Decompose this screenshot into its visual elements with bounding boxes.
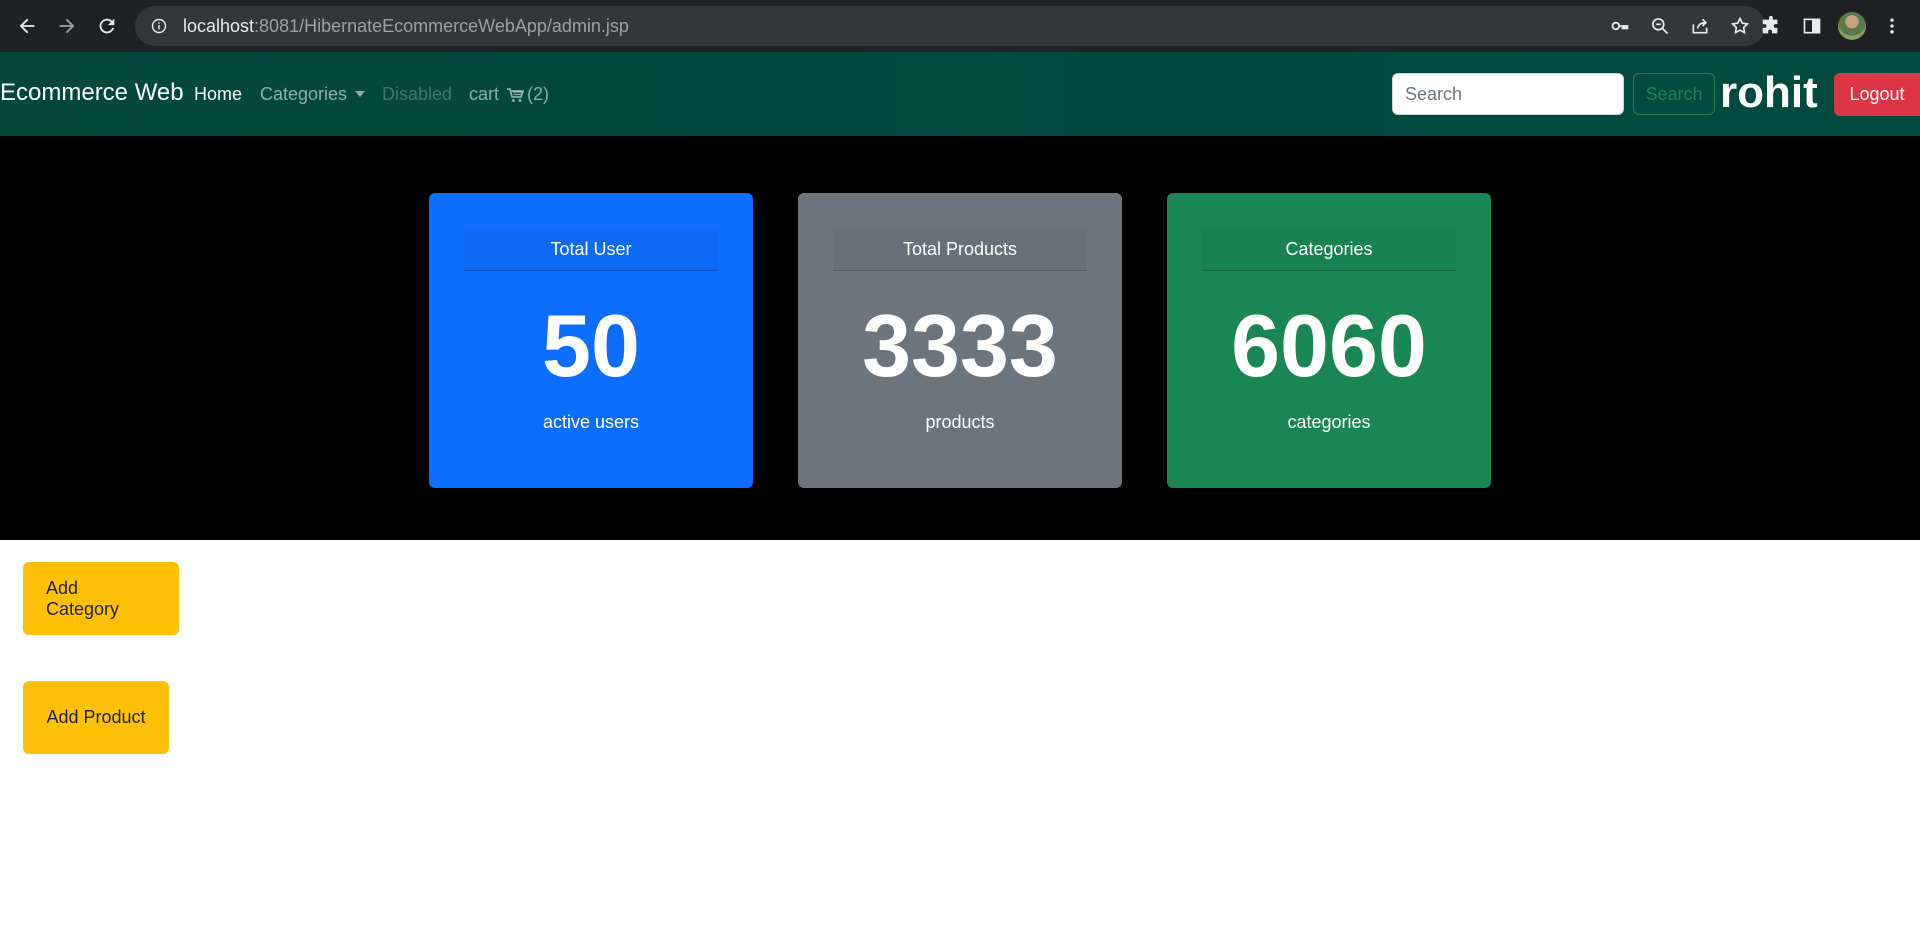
stats-section: Total User 50 active users Total Product… bbox=[0, 136, 1920, 540]
nav-home-link[interactable]: Home bbox=[194, 84, 242, 105]
stat-card-value: 3333 bbox=[862, 296, 1058, 395]
site-navbar: Ecommerce Web Home Categories Disabled c… bbox=[0, 52, 1920, 136]
search-input[interactable] bbox=[1392, 73, 1624, 115]
user-name: rohit bbox=[1720, 68, 1818, 117]
stat-card-value: 50 bbox=[542, 296, 640, 395]
nav-disabled-link: Disabled bbox=[382, 84, 453, 104]
stat-card-title: Total Products bbox=[833, 229, 1087, 271]
zoom-out-icon[interactable] bbox=[1645, 11, 1675, 41]
forward-arrow-icon[interactable] bbox=[49, 8, 85, 44]
url-text: localhost:8081/HibernateEcommerceWebApp/… bbox=[183, 16, 629, 37]
reload-icon[interactable] bbox=[89, 8, 125, 44]
stat-card-products: Total Products 3333 products bbox=[798, 193, 1122, 488]
bookmark-star-icon[interactable] bbox=[1725, 11, 1755, 41]
search-button[interactable]: Search bbox=[1633, 73, 1715, 115]
nav-categories-label: Categories bbox=[260, 84, 348, 104]
cart-label: cart bbox=[469, 84, 500, 104]
address-bar[interactable]: localhost:8081/HibernateEcommerceWebApp/… bbox=[135, 6, 1765, 46]
back-arrow-icon[interactable] bbox=[9, 8, 45, 44]
nav-cart-link[interactable]: cart (2) bbox=[469, 84, 549, 105]
url-path: :8081/HibernateEcommerceWebApp/admin.jsp bbox=[254, 15, 629, 36]
side-panel-icon[interactable] bbox=[1794, 8, 1830, 44]
stat-card-title: Total User bbox=[464, 229, 718, 271]
brand-link[interactable]: Ecommerce Web bbox=[0, 79, 184, 107]
caret-down-icon bbox=[355, 91, 366, 97]
extensions-puzzle-icon[interactable] bbox=[1753, 8, 1789, 44]
cart-icon bbox=[507, 87, 525, 102]
cart-count: (2) bbox=[527, 84, 550, 104]
more-menu-icon[interactable] bbox=[1874, 8, 1910, 44]
logout-button[interactable]: Logout bbox=[1834, 73, 1920, 116]
stat-card-subtitle: categories bbox=[1287, 412, 1371, 432]
add-category-button[interactable]: Add Category bbox=[23, 562, 179, 635]
share-icon[interactable] bbox=[1685, 11, 1715, 41]
stat-card-subtitle: active users bbox=[542, 412, 640, 432]
profile-avatar[interactable] bbox=[1838, 12, 1866, 40]
stat-card-subtitle: products bbox=[925, 412, 995, 432]
stat-card-value: 6060 bbox=[1231, 296, 1427, 395]
site-info-icon[interactable] bbox=[149, 16, 169, 36]
stat-card-categories: Categories 6060 categories bbox=[1167, 193, 1491, 488]
stat-card-users: Total User 50 active users bbox=[429, 193, 753, 488]
key-icon[interactable] bbox=[1605, 11, 1635, 41]
url-host: localhost bbox=[183, 15, 255, 36]
stat-card-title: Categories bbox=[1202, 229, 1456, 271]
browser-toolbar: localhost:8081/HibernateEcommerceWebApp/… bbox=[0, 0, 1920, 52]
add-product-button[interactable]: Add Product bbox=[23, 681, 169, 754]
nav-categories-dropdown[interactable]: Categories bbox=[260, 84, 366, 105]
